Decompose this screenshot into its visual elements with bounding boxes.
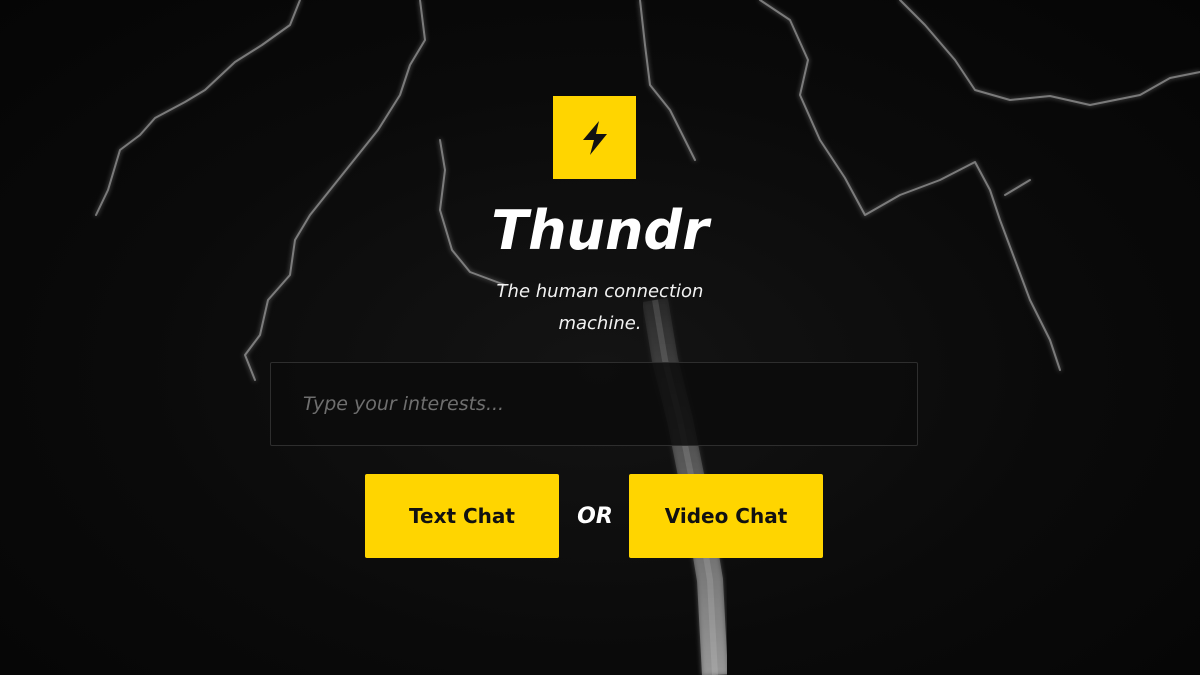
logo bbox=[553, 96, 636, 179]
lightning-bolt-icon bbox=[582, 120, 607, 155]
brand-title: Thundr bbox=[491, 199, 709, 262]
or-separator: OR bbox=[577, 504, 613, 529]
text-chat-button-label: Text Chat bbox=[409, 504, 515, 528]
tagline: The human connection machine. bbox=[496, 281, 704, 334]
video-chat-button-label: Video Chat bbox=[664, 504, 788, 528]
landing-page: Thundr The human connection machine. Tex… bbox=[0, 0, 1200, 675]
text-chat-button[interactable]: Text Chat bbox=[365, 474, 559, 558]
video-chat-button[interactable]: Video Chat bbox=[629, 474, 823, 558]
hero: Thundr The human connection machine. Tex… bbox=[0, 0, 1200, 675]
interests-input[interactable] bbox=[270, 362, 918, 446]
